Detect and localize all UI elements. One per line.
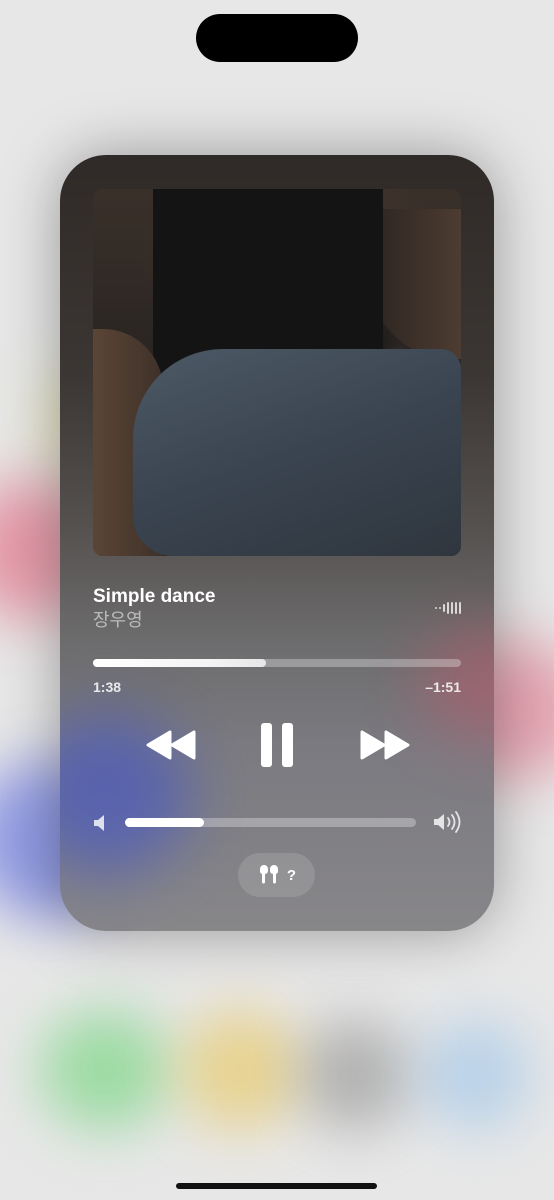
track-artist[interactable]: 장우영 <box>93 609 461 633</box>
progress-fill <box>93 659 266 667</box>
airpods-icon <box>259 865 278 884</box>
speaker-low-icon <box>94 815 104 831</box>
blurred-dock-icon <box>40 1010 170 1130</box>
now-playing-card: Simple dance 장우영 1:38 –1:51 ? <box>60 155 494 931</box>
time-labels: 1:38 –1:51 <box>93 679 461 695</box>
waveform-icon <box>435 602 461 614</box>
track-info: Simple dance 장우영 <box>93 586 461 633</box>
fast-forward-icon <box>360 730 410 760</box>
blurred-dock-icon <box>300 1020 410 1130</box>
home-indicator[interactable] <box>176 1183 377 1189</box>
album-artwork[interactable] <box>93 189 461 556</box>
remaining-time: –1:51 <box>425 679 461 695</box>
speaker-high-icon <box>434 811 461 833</box>
artwork-shape <box>133 349 461 556</box>
elapsed-time: 1:38 <box>93 679 122 695</box>
rewind-button[interactable] <box>143 715 199 775</box>
playback-progress-slider[interactable] <box>93 659 461 667</box>
volume-slider[interactable] <box>125 818 416 827</box>
transport-controls <box>93 715 461 775</box>
pause-icon <box>261 723 293 767</box>
audio-output-label: ? <box>286 866 297 884</box>
pause-button[interactable] <box>255 715 299 775</box>
track-title[interactable]: Simple dance <box>93 586 461 608</box>
blurred-dock-icon <box>180 1010 300 1130</box>
dynamic-island <box>196 14 358 62</box>
rewind-icon <box>146 730 196 760</box>
volume-control <box>93 810 461 836</box>
audio-output-button[interactable]: ? <box>238 853 315 897</box>
volume-fill <box>125 818 204 827</box>
artwork-shape <box>371 209 461 359</box>
fast-forward-button[interactable] <box>357 715 413 775</box>
blurred-dock-icon <box>420 1020 530 1130</box>
